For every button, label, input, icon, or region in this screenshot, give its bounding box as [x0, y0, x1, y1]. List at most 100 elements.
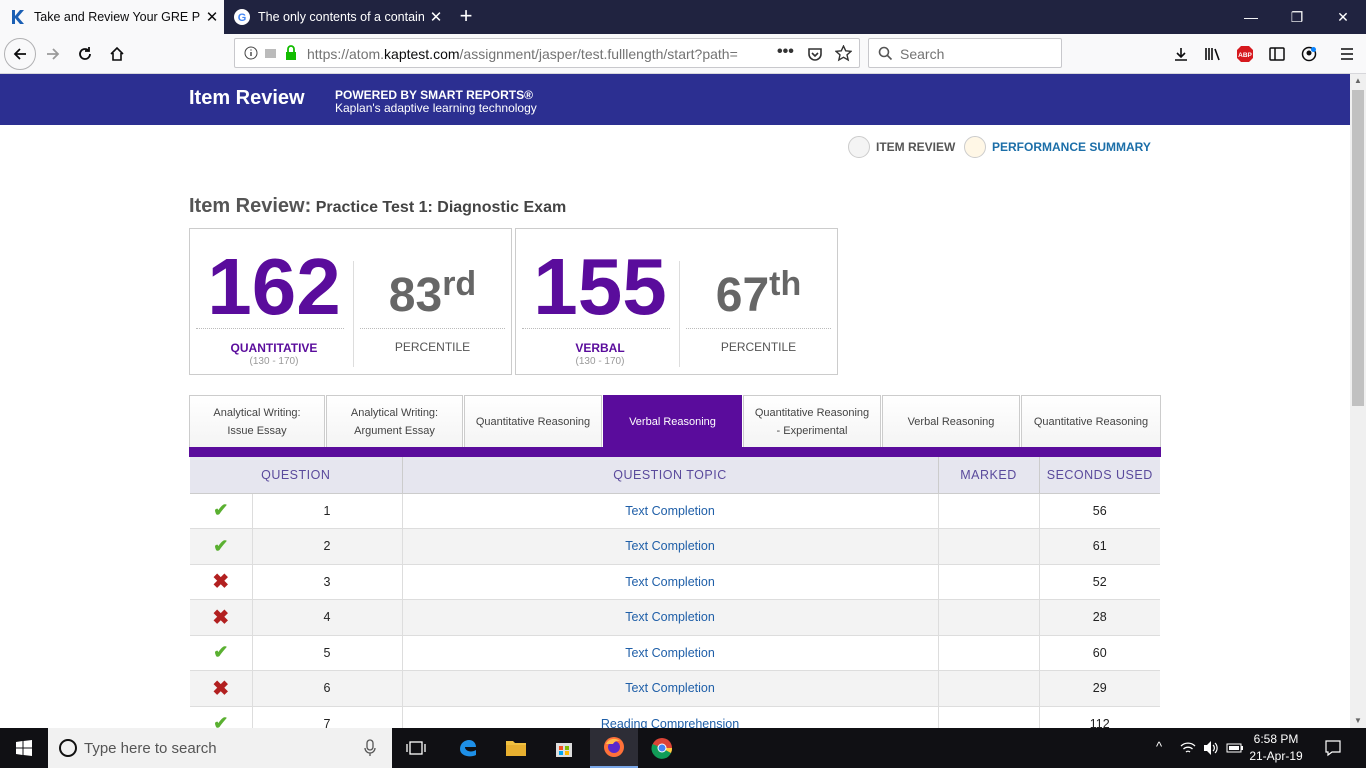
browser-tab-kaplan[interactable]: Take and Review Your GRE Practice ✕: [0, 0, 224, 34]
item-review-label: ITEM REVIEW: [876, 140, 956, 154]
tab-verbal-reasoning-1[interactable]: Verbal Reasoning: [603, 395, 742, 447]
library-button[interactable]: [1198, 40, 1228, 68]
header-question-topic[interactable]: QUESTION TOPIC: [402, 457, 939, 494]
chevron-up-icon[interactable]: ^: [1156, 739, 1162, 754]
percentile-value: 67: [715, 269, 770, 322]
taskbar-chrome[interactable]: [638, 728, 686, 768]
store-icon: [556, 743, 572, 757]
taskbar-file-explorer[interactable]: [492, 728, 540, 768]
downloads-button[interactable]: [1166, 40, 1196, 68]
taskbar-firefox[interactable]: [590, 728, 638, 768]
correct-check-icon: ✔: [213, 713, 229, 728]
account-button[interactable]: [1294, 40, 1324, 68]
table-row[interactable]: ✔ 7 Reading Comprehension 112: [190, 706, 1160, 728]
volume-icon[interactable]: [1202, 740, 1220, 756]
reload-button[interactable]: [70, 40, 100, 68]
performance-summary-link[interactable]: PERFORMANCE SUMMARY: [964, 136, 1151, 158]
forward-button[interactable]: [38, 40, 68, 68]
header-marked[interactable]: MARKED: [938, 457, 1040, 494]
section-tabs: Analytical Writing: Issue Essay Analytica…: [189, 395, 1161, 447]
tab-quantitative-reasoning-experimental[interactable]: Quantitative Reasoning - Experimental: [743, 395, 881, 447]
download-icon: [1175, 48, 1187, 61]
table-row[interactable]: ✖ 4 Text Completion 28: [190, 599, 1160, 636]
table-row[interactable]: ✖ 3 Text Completion 52: [190, 564, 1160, 600]
url-bar[interactable]: https://atom.kaptest.com/assignment/jasp…: [234, 38, 860, 68]
correct-check-icon: ✔: [213, 642, 229, 663]
notification-icon[interactable]: [264, 46, 278, 60]
question-topic-link[interactable]: Text Completion: [402, 493, 939, 529]
close-tab-icon[interactable]: ✕: [200, 8, 224, 26]
tab-analytical-writing-argument[interactable]: Analytical Writing: Argument Essay: [326, 395, 463, 447]
menu-button[interactable]: [1332, 40, 1362, 68]
sidebar-icon: [1269, 47, 1285, 61]
scroll-down-icon[interactable]: ▼: [1350, 714, 1366, 728]
question-topic-link[interactable]: Reading Comprehension: [402, 706, 939, 728]
table-row[interactable]: ✔ 1 Text Completion 56: [190, 493, 1160, 529]
adblock-button[interactable]: ABP: [1230, 40, 1260, 68]
table-row[interactable]: ✔ 2 Text Completion 61: [190, 528, 1160, 565]
notifications-icon[interactable]: [1324, 739, 1342, 757]
microphone-icon[interactable]: [364, 739, 376, 757]
question-topic-link[interactable]: Text Completion: [402, 564, 939, 600]
taskbar-search-box[interactable]: Type here to search: [48, 728, 392, 768]
quantitative-percentile: 83rd: [360, 265, 505, 323]
taskbar-store[interactable]: [540, 728, 588, 768]
table-row[interactable]: ✖ 6 Text Completion 29: [190, 670, 1160, 707]
wifi-icon[interactable]: [1180, 741, 1196, 755]
percentile-suffix: th: [769, 265, 802, 303]
google-favicon-icon: G: [234, 9, 250, 25]
percentile-label: PERCENTILE: [394, 340, 471, 354]
result-cell: ✔: [190, 528, 253, 565]
question-topic-link[interactable]: Text Completion: [402, 635, 939, 671]
result-cell: ✔: [190, 635, 253, 671]
verbal-range: (130 - 170): [575, 356, 625, 367]
url-text[interactable]: https://atom.kaptest.com/assignment/jasp…: [307, 46, 738, 62]
back-button[interactable]: [4, 38, 36, 70]
home-button[interactable]: [102, 40, 132, 68]
start-button[interactable]: [0, 728, 48, 768]
tab-quantitative-reasoning-1[interactable]: Quantitative Reasoning: [464, 395, 602, 447]
marked-cell: [938, 493, 1040, 529]
marked-cell: [938, 599, 1040, 636]
verbal-score: 155: [533, 242, 667, 331]
close-tab-icon[interactable]: ✕: [424, 8, 448, 26]
seconds-used: 28: [1039, 599, 1160, 636]
question-number: 5: [252, 635, 403, 671]
close-window-icon[interactable]: ✕: [1320, 0, 1366, 34]
header-question[interactable]: QUESTION: [190, 457, 403, 494]
tab-label: Verbal Reasoning: [907, 415, 995, 428]
correct-check-icon: ✔: [213, 500, 229, 521]
page-actions-icon[interactable]: •••: [777, 43, 794, 61]
question-topic-link[interactable]: Text Completion: [402, 528, 939, 565]
tab-analytical-writing-issue[interactable]: Analytical Writing: Issue Essay: [189, 395, 325, 447]
bookmark-star-icon[interactable]: [835, 45, 852, 62]
search-bar[interactable]: Search: [868, 38, 1062, 68]
restore-icon[interactable]: ❐: [1274, 0, 1320, 34]
item-review-link[interactable]: ITEM REVIEW: [848, 136, 955, 158]
question-topic-link[interactable]: Text Completion: [402, 599, 939, 636]
verbal-percentile: 67th: [686, 265, 831, 323]
tab-quantitative-reasoning-2[interactable]: Quantitative Reasoning: [1021, 395, 1161, 447]
minimize-icon[interactable]: —: [1228, 0, 1274, 34]
header-seconds-used[interactable]: SECONDS USED: [1039, 457, 1160, 494]
pocket-icon[interactable]: [807, 46, 823, 62]
scrollbar-thumb[interactable]: [1352, 90, 1364, 406]
seconds-used: 29: [1039, 670, 1160, 707]
table-row[interactable]: ✔ 5 Text Completion 60: [190, 635, 1160, 671]
page-title: Item Review: Practice Test 1: Diagnostic…: [189, 195, 566, 218]
info-icon[interactable]: [244, 46, 258, 60]
scroll-up-icon[interactable]: ▲: [1350, 74, 1366, 88]
incorrect-x-icon: ✖: [212, 677, 230, 700]
sidebar-button[interactable]: [1262, 40, 1292, 68]
score-divider: [679, 261, 680, 367]
browser-tab-google[interactable]: G The only contents of a container ✕: [224, 0, 448, 34]
taskbar-edge[interactable]: [444, 728, 492, 768]
incorrect-x-icon: ✖: [212, 571, 230, 594]
taskbar-clock[interactable]: 6:58 PM 21-Apr-19: [1240, 731, 1312, 765]
page-content: Item Review POWERED BY SMART REPORTS® Ka…: [0, 74, 1350, 728]
tab-verbal-reasoning-2[interactable]: Verbal Reasoning: [882, 395, 1020, 447]
task-view-button[interactable]: [392, 728, 440, 768]
smart-reports-banner: Item Review POWERED BY SMART REPORTS® Ka…: [0, 74, 1350, 125]
new-tab-button[interactable]: +: [452, 4, 480, 30]
question-topic-link[interactable]: Text Completion: [402, 670, 939, 707]
